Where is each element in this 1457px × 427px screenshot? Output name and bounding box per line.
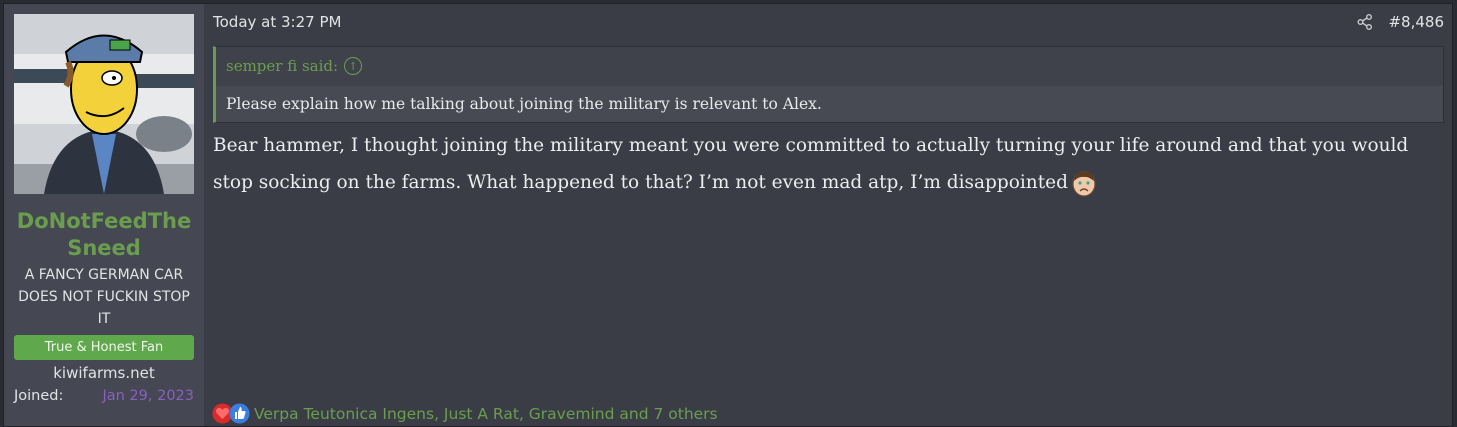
user-panel: DoNotFeedTheSneed A FANCY GERMAN CAR DOE… <box>4 4 204 426</box>
message-content: Bear hammer, I thought joining the milit… <box>213 127 1444 201</box>
joined-label: Joined: <box>14 388 64 404</box>
post-body: Today at 3:27 PM #8,486 semper fi said: … <box>204 4 1452 426</box>
joined-row: Joined: Jan 29, 2023 <box>14 388 194 404</box>
thumbs-up-icon <box>229 403 250 424</box>
user-banner: True & Honest Fan <box>14 335 194 360</box>
post-meta: Today at 3:27 PM #8,486 <box>213 4 1444 40</box>
avatar[interactable] <box>14 14 194 194</box>
reaction-bar[interactable]: Verpa Teutonica Ingens, Just A Rat, Grav… <box>212 403 718 424</box>
post-actions: #8,486 <box>1356 13 1444 31</box>
user-title: A FANCY GERMAN CAR DOES NOT FUCKIN STOP … <box>18 267 190 327</box>
quote-block: semper fi said: ↑ Please explain how me … <box>213 46 1444 123</box>
reaction-users[interactable]: Verpa Teutonica Ingens, Just A Rat, Grav… <box>254 405 718 423</box>
username[interactable]: DoNotFeedTheSneed <box>12 208 196 262</box>
quote-header[interactable]: semper fi said: ↑ <box>216 47 1443 77</box>
site-name: kiwifarms.net <box>53 364 155 382</box>
share-icon[interactable] <box>1356 13 1374 31</box>
disappointed-face-icon <box>1072 171 1096 197</box>
post: DoNotFeedTheSneed A FANCY GERMAN CAR DOE… <box>3 3 1453 427</box>
post-number[interactable]: #8,486 <box>1388 13 1444 31</box>
quote-text: Please explain how me talking about join… <box>216 86 1443 122</box>
reaction-icons <box>212 403 250 424</box>
post-timestamp[interactable]: Today at 3:27 PM <box>213 13 341 31</box>
arrow-up-circle-icon[interactable]: ↑ <box>344 57 363 75</box>
message-text: Bear hammer, I thought joining the milit… <box>213 135 1409 193</box>
quote-author[interactable]: semper fi said: <box>226 57 338 75</box>
joined-date: Jan 29, 2023 <box>102 388 194 404</box>
